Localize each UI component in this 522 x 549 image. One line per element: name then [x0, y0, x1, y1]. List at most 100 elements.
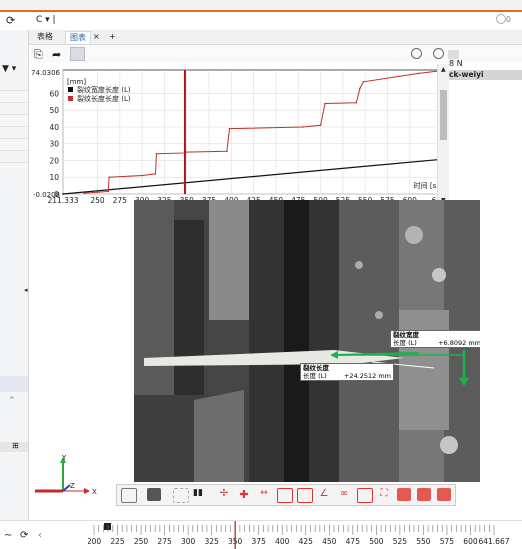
- unit-label: [mm]: [67, 78, 86, 86]
- refresh-icon[interactable]: ⟳: [6, 14, 15, 27]
- data-point: [83, 192, 85, 194]
- data-point: [228, 127, 231, 130]
- name-row[interactable]: ck-weiyi: [449, 70, 522, 80]
- y-tick-label: 20: [49, 156, 59, 165]
- share-icon[interactable]: ➦: [52, 48, 61, 61]
- clock-icon[interactable]: [496, 14, 506, 24]
- scroll-up-icon[interactable]: ▲: [441, 66, 446, 73]
- y-bottom-label: -0.0208: [33, 191, 60, 199]
- data-point: [107, 190, 110, 193]
- layout-icon[interactable]: [70, 47, 85, 61]
- export-icon[interactable]: ⎘: [34, 48, 43, 62]
- data-point: [324, 102, 326, 105]
- tool-split-icon[interactable]: ▮▮: [193, 488, 207, 501]
- data-point: [362, 80, 365, 83]
- timeline-tick-label: 275: [157, 537, 172, 546]
- timeline-tick-label: 400: [275, 537, 290, 546]
- timeline-tick-label: 575: [440, 537, 455, 546]
- data-point: [141, 174, 143, 177]
- tool-expand-icon[interactable]: ⛶: [377, 488, 391, 501]
- legend-swatch: [68, 96, 73, 101]
- axis-z-label: Z: [70, 482, 75, 490]
- data-point: [355, 101, 358, 104]
- timeline-tick-label: 325: [204, 537, 219, 546]
- timeline-tick-label: 450: [322, 537, 337, 546]
- crack-width-title: 裂纹宽度: [393, 331, 419, 339]
- timeline[interactable]: ∼ ⟳ ‹ 2002252502753003253503754004254504…: [0, 520, 522, 549]
- selected-row[interactable]: [0, 376, 28, 392]
- data-point: [359, 87, 361, 90]
- tool-point-icon[interactable]: ✢: [217, 488, 231, 501]
- badge-count: 0: [506, 15, 512, 24]
- timeline-ruler[interactable]: 2002252502753003253503754004254504755005…: [88, 521, 522, 549]
- crack-length-measure[interactable]: 裂纹长度 长度 (L) +24.2512 mm: [300, 363, 394, 381]
- data-point: [96, 191, 99, 194]
- tool-export-icon[interactable]: [417, 488, 431, 501]
- timeline-tick-label: 200: [88, 537, 101, 546]
- axis-y-label: Y: [61, 455, 67, 462]
- tab-chart[interactable]: 图表: [65, 31, 91, 44]
- crack-length-label: 长度 (L): [303, 372, 327, 380]
- collapse-left-icon[interactable]: ◂: [24, 286, 28, 294]
- url-input[interactable]: C ▾ |: [36, 15, 56, 25]
- crack-length-title: 裂纹长度: [303, 364, 329, 372]
- bottom-toolbar: ▮▮ ✢ ✚ ↔ ∠ ∞ ⛶: [116, 484, 456, 506]
- wave-icon[interactable]: ∼: [4, 530, 12, 541]
- tool-distance-icon[interactable]: ↔: [257, 488, 271, 501]
- crack-width-measure[interactable]: 裂纹宽度 长度 (L) +6.8092 mm: [390, 330, 480, 348]
- tool-table-icon[interactable]: [437, 488, 451, 501]
- tab-add-icon[interactable]: +: [105, 31, 120, 43]
- add-icon[interactable]: ⊞: [12, 441, 19, 450]
- tool-chart-icon[interactable]: [397, 488, 411, 501]
- timeline-tick-label: 525: [393, 537, 408, 546]
- tool-image-icon[interactable]: [147, 488, 161, 501]
- expand-up-icon[interactable]: ⌃: [8, 396, 16, 406]
- timeline-tick-label: 300: [181, 537, 196, 546]
- data-point: [154, 173, 157, 175]
- timeline-tick-label: 641.667: [478, 537, 509, 546]
- tool-grid-icon[interactable]: [121, 488, 137, 503]
- tool-link-icon[interactable]: ∞: [337, 488, 351, 501]
- tool-area-icon[interactable]: [297, 488, 313, 503]
- tool-cross-icon[interactable]: ✚: [237, 488, 251, 501]
- data-point: [155, 152, 158, 155]
- data-point: [62, 193, 64, 195]
- y-tick-label: 10: [49, 173, 59, 182]
- data-point: [417, 72, 420, 75]
- y-tick-label: 50: [49, 106, 59, 115]
- specimen-photo: 裂纹宽度 长度 (L) +6.8092 mm 裂纹长度 长度 (L) +24.2…: [134, 200, 480, 482]
- timeline-tick-label: 425: [299, 537, 314, 546]
- legend-label: 裂纹宽度长度 (L): [77, 85, 131, 94]
- timeline-refresh-icon[interactable]: ⟳: [20, 530, 28, 541]
- x-tick-label: 250: [90, 196, 105, 205]
- tool-rect-icon[interactable]: [277, 488, 293, 503]
- legend-label: 裂纹长度长度 (L): [77, 94, 131, 103]
- crack-length-value: +24.2512 mm: [343, 372, 391, 380]
- timeline-prev-icon[interactable]: ‹: [38, 530, 42, 541]
- tab-bar: 表格 图表 × +: [29, 30, 522, 45]
- timeline-tick-label: 225: [110, 537, 125, 546]
- tool-frame-icon[interactable]: [357, 488, 373, 503]
- data-point: [301, 126, 304, 128]
- scroll-thumb[interactable]: [440, 90, 447, 140]
- window-top-bar: [0, 0, 522, 12]
- tab-close-icon[interactable]: ×: [89, 31, 104, 43]
- tool-crop-icon[interactable]: [173, 488, 189, 503]
- filter-icon[interactable]: ▼ ▾: [2, 64, 16, 74]
- timeline-tick-label: 600: [463, 537, 478, 546]
- y-tick-label: 30: [49, 140, 59, 149]
- tool-angle-icon[interactable]: ∠: [317, 488, 331, 501]
- data-point: [226, 150, 228, 153]
- settings-circle-icon[interactable]: [433, 48, 444, 59]
- x-tick-label: 275: [113, 196, 128, 205]
- timeline-tick-label: 475: [346, 537, 361, 546]
- y-top-label: 74.0306: [31, 69, 60, 77]
- left-panel: ▼ ▾ ◂ ⌃ ⊞: [0, 30, 29, 548]
- timeline-tick-label: 375: [252, 537, 267, 546]
- unit-label: 8 N: [449, 59, 463, 68]
- axis-x-label: X: [92, 488, 97, 496]
- tab-table[interactable]: 表格: [33, 31, 57, 43]
- address-toolbar: ⟳ C ▾ | 0: [0, 12, 522, 31]
- dollar-icon[interactable]: [411, 48, 422, 59]
- color-swatch[interactable]: [448, 50, 459, 59]
